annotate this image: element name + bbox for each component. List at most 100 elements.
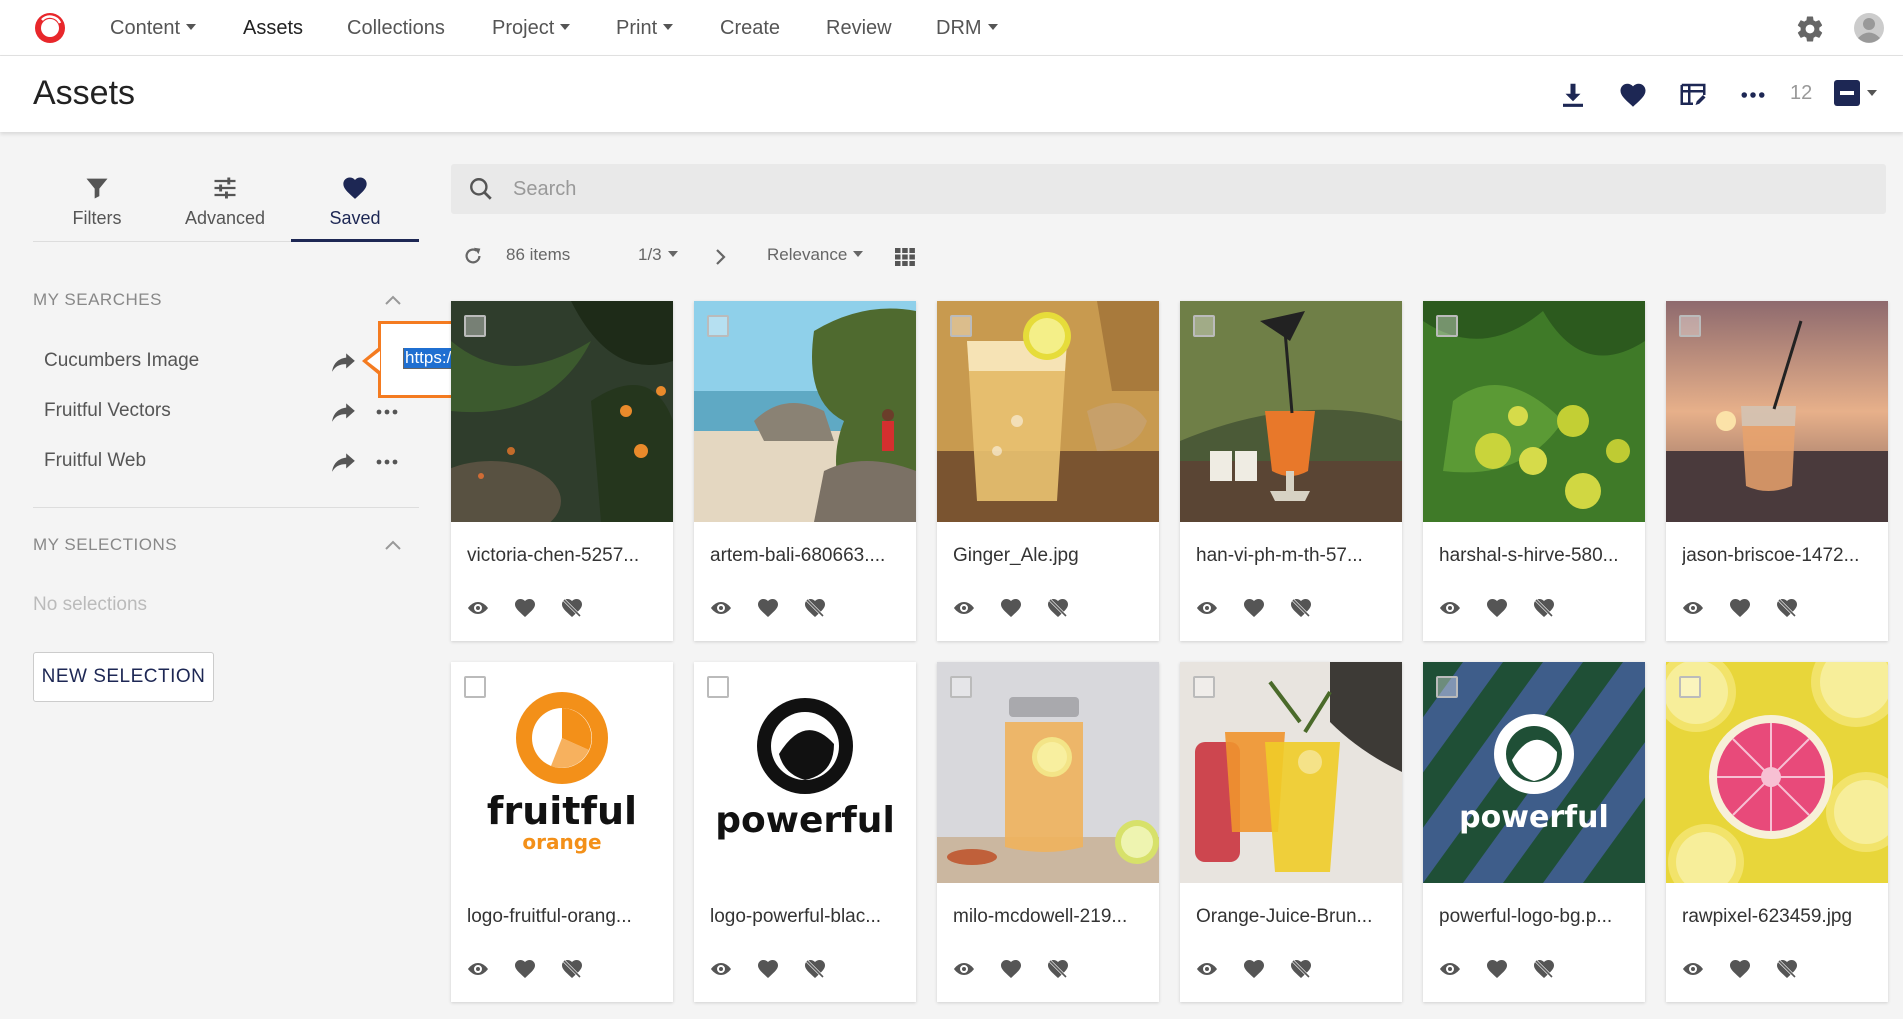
unlike-icon[interactable] <box>1046 958 1070 980</box>
unlike-icon[interactable] <box>1532 597 1556 619</box>
more-icon[interactable] <box>1738 80 1768 110</box>
select-checkbox[interactable] <box>1193 676 1215 698</box>
select-checkbox[interactable] <box>464 315 486 337</box>
asset-thumbnail[interactable]: fruitful orange <box>451 662 673 883</box>
chevron-up-icon[interactable] <box>384 294 402 306</box>
unlike-icon[interactable] <box>560 597 584 619</box>
nav-review[interactable]: Review <box>826 0 892 56</box>
heart-icon[interactable] <box>756 597 780 619</box>
unlike-icon[interactable] <box>1532 958 1556 980</box>
chevron-down-icon[interactable] <box>1867 90 1877 96</box>
table-edit-icon[interactable] <box>1678 80 1708 110</box>
heart-icon[interactable] <box>999 958 1023 980</box>
nav-project[interactable]: Project <box>492 0 571 56</box>
heart-icon[interactable] <box>1485 597 1509 619</box>
heart-icon[interactable] <box>756 958 780 980</box>
asset-thumbnail[interactable] <box>1180 662 1402 883</box>
heart-icon[interactable] <box>1728 958 1752 980</box>
heart-icon[interactable] <box>1242 958 1266 980</box>
asset-thumbnail[interactable] <box>937 301 1159 522</box>
nav-print[interactable]: Print <box>616 0 674 56</box>
heart-icon[interactable] <box>1242 597 1266 619</box>
select-checkbox[interactable] <box>707 315 729 337</box>
asset-card[interactable]: powerful powerful-logo-bg.p... <box>1423 662 1645 1002</box>
chevron-up-icon[interactable] <box>384 539 402 551</box>
page-selector[interactable]: 1/3 <box>638 245 678 265</box>
asset-card[interactable]: rawpixel-623459.jpg <box>1666 662 1888 1002</box>
asset-thumbnail[interactable] <box>1180 301 1402 522</box>
unlike-icon[interactable] <box>1289 958 1313 980</box>
select-checkbox[interactable] <box>1436 676 1458 698</box>
unlike-icon[interactable] <box>1775 597 1799 619</box>
unlike-icon[interactable] <box>1046 597 1070 619</box>
heart-icon[interactable] <box>1728 597 1752 619</box>
asset-thumbnail[interactable] <box>1666 662 1888 883</box>
asset-card[interactable]: jason-briscoe-1472... <box>1666 301 1888 641</box>
tab-filters[interactable]: Filters <box>33 170 161 242</box>
nav-collections[interactable]: Collections <box>347 0 445 56</box>
eye-icon[interactable] <box>466 958 490 980</box>
unlike-icon[interactable] <box>803 958 827 980</box>
avatar-icon[interactable] <box>1853 12 1885 44</box>
select-checkbox[interactable] <box>950 676 972 698</box>
asset-thumbnail[interactable]: powerful <box>694 662 916 883</box>
eye-icon[interactable] <box>952 597 976 619</box>
nav-assets[interactable]: Assets <box>243 0 303 56</box>
sort-dropdown[interactable]: Relevance <box>767 245 864 265</box>
select-checkbox[interactable] <box>1679 676 1701 698</box>
select-checkbox[interactable] <box>950 315 972 337</box>
refresh-icon[interactable] <box>462 245 484 267</box>
eye-icon[interactable] <box>466 597 490 619</box>
tab-advanced[interactable]: Advanced <box>161 170 289 242</box>
asset-card[interactable]: han-vi-ph-m-th-57... <box>1180 301 1402 641</box>
unlike-icon[interactable] <box>1289 597 1313 619</box>
share-icon[interactable] <box>331 451 357 473</box>
asset-card[interactable]: Ginger_Ale.jpg <box>937 301 1159 641</box>
select-checkbox[interactable] <box>1679 315 1701 337</box>
saved-search-item[interactable]: Fruitful Vectors <box>44 400 171 422</box>
download-icon[interactable] <box>1558 80 1588 110</box>
eye-icon[interactable] <box>952 958 976 980</box>
share-icon[interactable] <box>331 401 357 423</box>
eye-icon[interactable] <box>1438 597 1462 619</box>
asset-card[interactable]: fruitful orange logo-fruitful-orang... <box>451 662 673 1002</box>
eye-icon[interactable] <box>1681 958 1705 980</box>
gear-icon[interactable] <box>1795 14 1825 44</box>
eye-icon[interactable] <box>709 597 733 619</box>
asset-card[interactable]: powerful logo-powerful-blac... <box>694 662 916 1002</box>
select-checkbox[interactable] <box>1193 315 1215 337</box>
eye-icon[interactable] <box>1681 597 1705 619</box>
saved-search-item[interactable]: Cucumbers Image <box>44 350 199 372</box>
chevron-right-icon[interactable] <box>714 248 726 266</box>
asset-thumbnail[interactable] <box>1666 301 1888 522</box>
asset-card[interactable]: victoria-chen-5257... <box>451 301 673 641</box>
select-checkbox[interactable] <box>707 676 729 698</box>
heart-icon[interactable] <box>1485 958 1509 980</box>
heart-icon[interactable] <box>1618 80 1648 110</box>
asset-thumbnail[interactable]: powerful <box>1423 662 1645 883</box>
tab-saved[interactable]: Saved <box>291 170 419 242</box>
nav-content[interactable]: Content <box>110 0 197 56</box>
nav-create[interactable]: Create <box>720 0 780 56</box>
eye-icon[interactable] <box>1438 958 1462 980</box>
grid-view-icon[interactable] <box>895 248 915 266</box>
eye-icon[interactable] <box>1195 597 1219 619</box>
select-checkbox[interactable] <box>1436 315 1458 337</box>
heart-icon[interactable] <box>513 597 537 619</box>
saved-search-item[interactable]: Fruitful Web <box>44 450 146 472</box>
more-icon[interactable] <box>375 408 399 416</box>
deselect-all-checkbox[interactable] <box>1834 80 1860 106</box>
nav-drm[interactable]: DRM <box>936 0 998 56</box>
heart-icon[interactable] <box>513 958 537 980</box>
asset-thumbnail[interactable] <box>451 301 673 522</box>
share-icon[interactable] <box>331 351 357 373</box>
new-selection-button[interactable]: NEW SELECTION <box>33 652 214 702</box>
asset-thumbnail[interactable] <box>1423 301 1645 522</box>
logo-icon[interactable] <box>33 11 67 45</box>
eye-icon[interactable] <box>709 958 733 980</box>
unlike-icon[interactable] <box>560 958 584 980</box>
select-checkbox[interactable] <box>464 676 486 698</box>
heart-icon[interactable] <box>999 597 1023 619</box>
asset-card[interactable]: milo-mcdowell-219... <box>937 662 1159 1002</box>
more-icon[interactable] <box>375 458 399 466</box>
